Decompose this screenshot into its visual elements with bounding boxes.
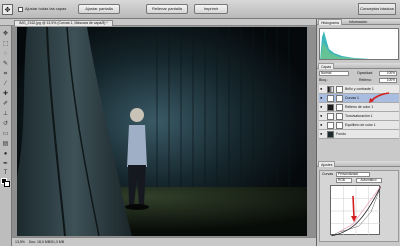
print-size-button[interactable]: Imprimir — [194, 4, 228, 14]
type-icon[interactable]: T — [1, 169, 10, 177]
eyedropper-icon[interactable]: ⁄ — [1, 80, 10, 88]
gradient-icon[interactable]: ▤ — [1, 140, 10, 148]
layers-panel-header: Capas — [317, 63, 400, 69]
adjustment-thumb — [327, 86, 334, 93]
eye-icon[interactable]: ● — [320, 132, 324, 136]
history-brush-icon[interactable]: ↺ — [1, 120, 10, 128]
quick-select-icon[interactable]: ✎ — [1, 60, 10, 68]
document-tab-strip: IMG_2162.jpg @ 13,5% (Curvas 1, Máscara … — [0, 19, 316, 26]
curve-lines — [330, 185, 382, 237]
tab-adjustments[interactable]: Ajustes — [318, 161, 336, 167]
layer-mask-thumb[interactable] — [336, 122, 343, 129]
curves-thumb — [327, 95, 334, 102]
pen-icon[interactable]: ✒ — [1, 160, 10, 168]
document-image[interactable] — [17, 27, 307, 236]
tab-layers[interactable]: Capas — [318, 63, 335, 69]
canvas-area — [12, 27, 316, 237]
status-bar: 13,5% Doc: 18,0 MB/51,3 MB — [12, 237, 316, 246]
brush-icon[interactable]: ✐ — [1, 100, 10, 108]
layer-mask-thumb[interactable] — [336, 86, 343, 93]
move-tool-icon[interactable]: ✥ — [2, 4, 13, 15]
opacity-label: Opacidad: — [357, 71, 373, 75]
auto-button[interactable]: Automático — [356, 178, 382, 183]
eye-icon[interactable]: ● — [320, 123, 324, 127]
channel-select[interactable]: RGB — [336, 178, 352, 183]
histogram-shape — [320, 31, 370, 59]
dodge-icon[interactable]: ● — [1, 150, 10, 158]
tab-histogram[interactable]: Histograma — [318, 19, 342, 25]
opacity-field[interactable]: 100% — [379, 71, 397, 76]
fill-field[interactable]: 100% — [379, 78, 397, 83]
layer-name: Tono/saturación 1 — [345, 114, 373, 118]
curves-preset-select[interactable]: Personalizado — [336, 172, 370, 177]
layer-row[interactable]: ● Relleno de color 1 — [319, 103, 399, 112]
eye-icon[interactable]: ● — [320, 87, 324, 91]
lock-label: Bloq.: — [319, 78, 328, 82]
adjustments-panel-header: Ajustes — [317, 161, 400, 167]
clone-stamp-icon[interactable]: ⊥ — [1, 110, 10, 118]
right-panels: Histograma Información Capas Normal Opac… — [316, 19, 400, 246]
eraser-icon[interactable]: ▭ — [1, 130, 10, 138]
histogram-graph — [319, 28, 399, 60]
layer-name: Curvas 1 — [345, 96, 360, 100]
healing-brush-icon[interactable]: ✚ — [1, 90, 10, 98]
workspace-switcher[interactable]: Conceptos básicos — [358, 3, 396, 15]
fill-label: Relleno: — [359, 78, 372, 82]
layer-row-selected[interactable]: ● Curvas 1 — [319, 92, 399, 103]
layer-row[interactable]: ● Fondo — [319, 130, 399, 139]
blend-mode-select[interactable]: Normal — [319, 71, 349, 76]
crop-icon[interactable]: ⌗ — [1, 70, 10, 78]
background-color-swatch[interactable] — [4, 181, 10, 187]
tab-info[interactable]: Información — [347, 19, 369, 25]
fit-all-layers-checkbox[interactable] — [18, 7, 23, 12]
curve-graph[interactable] — [330, 185, 382, 237]
tools-panel: ✥ ⬚ ◌ ✎ ⌗ ⁄ ✚ ✐ ⊥ ↺ ▭ ▤ ● ✒ T — [0, 26, 12, 246]
photo-scene — [17, 27, 307, 236]
fill-thumb — [327, 104, 334, 111]
curves-panel: Curvas Personalizado RGB Automático — [319, 170, 399, 242]
layer-row[interactable]: ● Tono/saturación 1 — [319, 112, 399, 121]
layer-mask-thumb[interactable] — [336, 113, 343, 120]
move-icon[interactable]: ✥ — [1, 30, 10, 38]
layer-mask-thumb[interactable] — [336, 95, 343, 102]
eye-icon[interactable]: ● — [320, 114, 324, 118]
lasso-icon[interactable]: ◌ — [1, 50, 10, 58]
adjustment-thumb — [327, 113, 334, 120]
layer-name: Fondo — [336, 132, 346, 136]
layer-name: Equilibrio de color 1 — [345, 123, 376, 127]
adjustment-thumb — [327, 122, 334, 129]
fill-screen-button[interactable]: Rellenar pantalla — [146, 4, 188, 14]
photoshop-window: ✥ Ajustar todas las capas Ajustar pantal… — [0, 0, 400, 246]
document-tab[interactable]: IMG_2162.jpg @ 13,5% (Curvas 1, Máscara … — [14, 20, 113, 26]
doc-size: Doc: 18,0 MB/51,3 MB — [28, 240, 65, 244]
layer-name: Brillo y contraste 1 — [345, 87, 374, 91]
marquee-icon[interactable]: ⬚ — [1, 40, 10, 48]
curves-title: Curvas — [322, 172, 334, 176]
layer-name: Relleno de color 1 — [345, 105, 374, 109]
fit-all-layers-label: Ajustar todas las capas — [25, 6, 67, 11]
background-thumb — [327, 131, 334, 138]
eye-icon[interactable]: ● — [320, 96, 324, 100]
options-bar: ✥ Ajustar todas las capas Ajustar pantal… — [0, 0, 400, 19]
layer-row[interactable]: ● Equilibrio de color 1 — [319, 121, 399, 130]
layer-mask-thumb[interactable] — [336, 104, 343, 111]
zoom-level[interactable]: 13,5% — [15, 240, 25, 244]
eye-icon[interactable]: ● — [320, 105, 324, 109]
histogram-panel-header: Histograma Información — [317, 19, 400, 25]
fit-screen-button[interactable]: Ajustar pantalla — [78, 4, 120, 14]
